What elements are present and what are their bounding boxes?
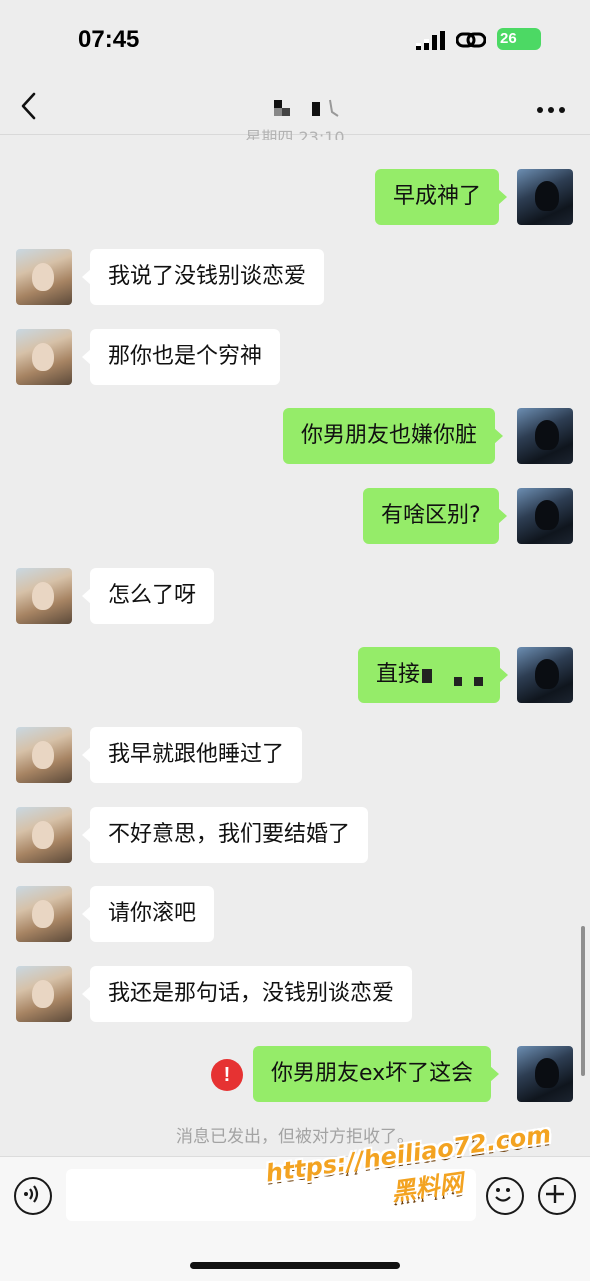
avatar-contact[interactable] [16, 568, 72, 624]
status-bar: 07:45 26 [0, 0, 590, 80]
message-row-received: 我还是那句话，没钱别谈恋爱 [0, 966, 590, 1026]
link-icon [455, 28, 487, 56]
chat-title-redacted [274, 96, 344, 120]
message-bubble-sent[interactable]: 你男朋友也嫌你脏 [283, 408, 504, 464]
message-bubble-received[interactable]: 怎么了呀 [81, 568, 215, 624]
avatar-self[interactable] [517, 408, 573, 464]
message-bubble-sent[interactable]: 有啥区别? [363, 488, 507, 544]
message-row-sent: 早成神了 [0, 169, 590, 229]
message-bubble-sent[interactable]: 你男朋友ex坏了这会 [253, 1046, 500, 1102]
message-timestamp: 星期四 23:10 [245, 128, 345, 140]
message-row-received: 我说了没钱别谈恋爱 [0, 249, 590, 309]
more-dots-icon[interactable] [536, 100, 566, 113]
message-bubble-received[interactable]: 我早就跟他睡过了 [81, 727, 303, 783]
message-bubble-sent[interactable]: 直接 [358, 647, 508, 703]
message-text: 直接 [376, 662, 421, 687]
home-indicator [190, 1262, 400, 1269]
message-row-received: 怎么了呀 [0, 568, 590, 628]
message-bubble-received[interactable]: 请你滚吧 [81, 886, 215, 942]
message-bubble-received[interactable]: 那你也是个穷神 [81, 329, 281, 385]
message-row-received: 请你滚吧 [0, 886, 590, 946]
message-row-received: 那你也是个穷神 [0, 329, 590, 389]
avatar-self[interactable] [517, 1046, 573, 1102]
message-bubble-received[interactable]: 不好意思，我们要结婚了 [81, 807, 369, 863]
message-row-sent: 有啥区别? [0, 488, 590, 548]
scrollbar[interactable] [581, 926, 585, 1076]
redaction-block [474, 677, 483, 686]
battery-level: 26 [500, 30, 517, 47]
chevron-left-icon[interactable] [18, 92, 40, 120]
message-bubble-sent[interactable]: 早成神了 [375, 169, 508, 225]
message-row-received: 不好意思，我们要结婚了 [0, 807, 590, 867]
avatar-contact[interactable] [16, 249, 72, 305]
status-time: 07:45 [78, 26, 140, 53]
avatar-self[interactable] [517, 488, 573, 544]
send-failed-icon[interactable]: ! [211, 1059, 243, 1091]
message-row-sent: 直接 [0, 647, 590, 707]
message-row-received: 我早就跟他睡过了 [0, 727, 590, 787]
avatar-self[interactable] [517, 169, 573, 225]
avatar-self[interactable] [517, 647, 573, 703]
redaction-block [422, 669, 432, 683]
message-bubble-received[interactable]: 我还是那句话，没钱别谈恋爱 [81, 966, 413, 1022]
redaction-block [454, 677, 462, 686]
message-row-sent-failed: ! 你男朋友ex坏了这会 [0, 1046, 590, 1106]
message-row-sent: 你男朋友也嫌你脏 [0, 408, 590, 468]
avatar-contact[interactable] [16, 329, 72, 385]
battery-indicator: 26 [497, 28, 541, 50]
signal-icon [416, 30, 446, 54]
voice-icon[interactable] [14, 1177, 52, 1215]
avatar-contact[interactable] [16, 886, 72, 942]
message-bubble-received[interactable]: 我说了没钱别谈恋爱 [81, 249, 325, 305]
avatar-contact[interactable] [16, 727, 72, 783]
avatar-contact[interactable] [16, 966, 72, 1022]
avatar-contact[interactable] [16, 807, 72, 863]
